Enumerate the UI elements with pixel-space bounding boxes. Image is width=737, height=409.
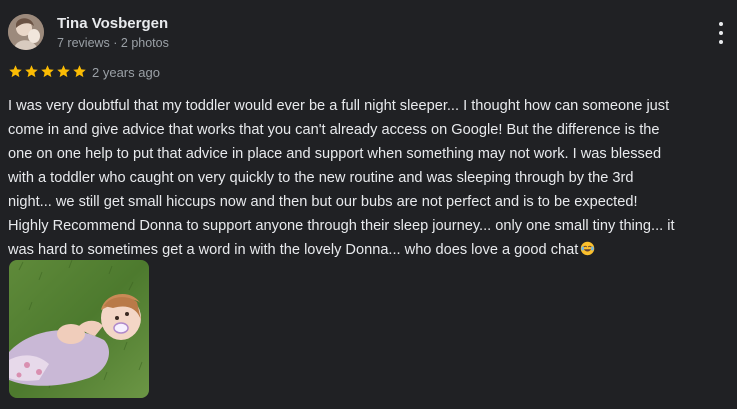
review-photo-image	[9, 260, 149, 398]
more-dot	[719, 40, 723, 44]
avatar-image	[8, 14, 44, 50]
laughing-tears-emoji	[581, 241, 595, 256]
review-text-line: one on one help to put that advice in pl…	[8, 146, 662, 162]
more-dot	[719, 22, 723, 26]
review-text-line: come in and give advice that works that …	[8, 122, 660, 138]
star-icon	[9, 65, 22, 78]
review-text-line: night... we still get small hiccups now …	[8, 194, 638, 210]
reviewer-avatar[interactable]	[8, 14, 44, 50]
more-options-icon[interactable]	[715, 22, 727, 44]
review-text-line: Highly Recommend Donna to support anyone…	[8, 218, 675, 234]
review-text-line: with a toddler who caught on very quickl…	[8, 170, 634, 186]
more-dot	[719, 31, 723, 35]
star-icon	[73, 65, 86, 78]
review-text-line: was hard to sometimes get a word in with…	[8, 238, 733, 262]
reviewer-name[interactable]: Tina Vosbergen	[57, 15, 168, 32]
review-photo[interactable]	[9, 260, 149, 398]
review-text-line: I was very doubtful that my toddler woul…	[8, 98, 670, 114]
star-icon	[41, 65, 54, 78]
star-rating	[8, 64, 87, 79]
star-icon	[25, 65, 38, 78]
review-date: 2 years ago	[92, 65, 160, 80]
reviewer-meta: 7 reviews · 2 photos	[57, 36, 169, 50]
star-icon	[57, 65, 70, 78]
review-text: I was very doubtful that my toddler woul…	[8, 94, 733, 262]
